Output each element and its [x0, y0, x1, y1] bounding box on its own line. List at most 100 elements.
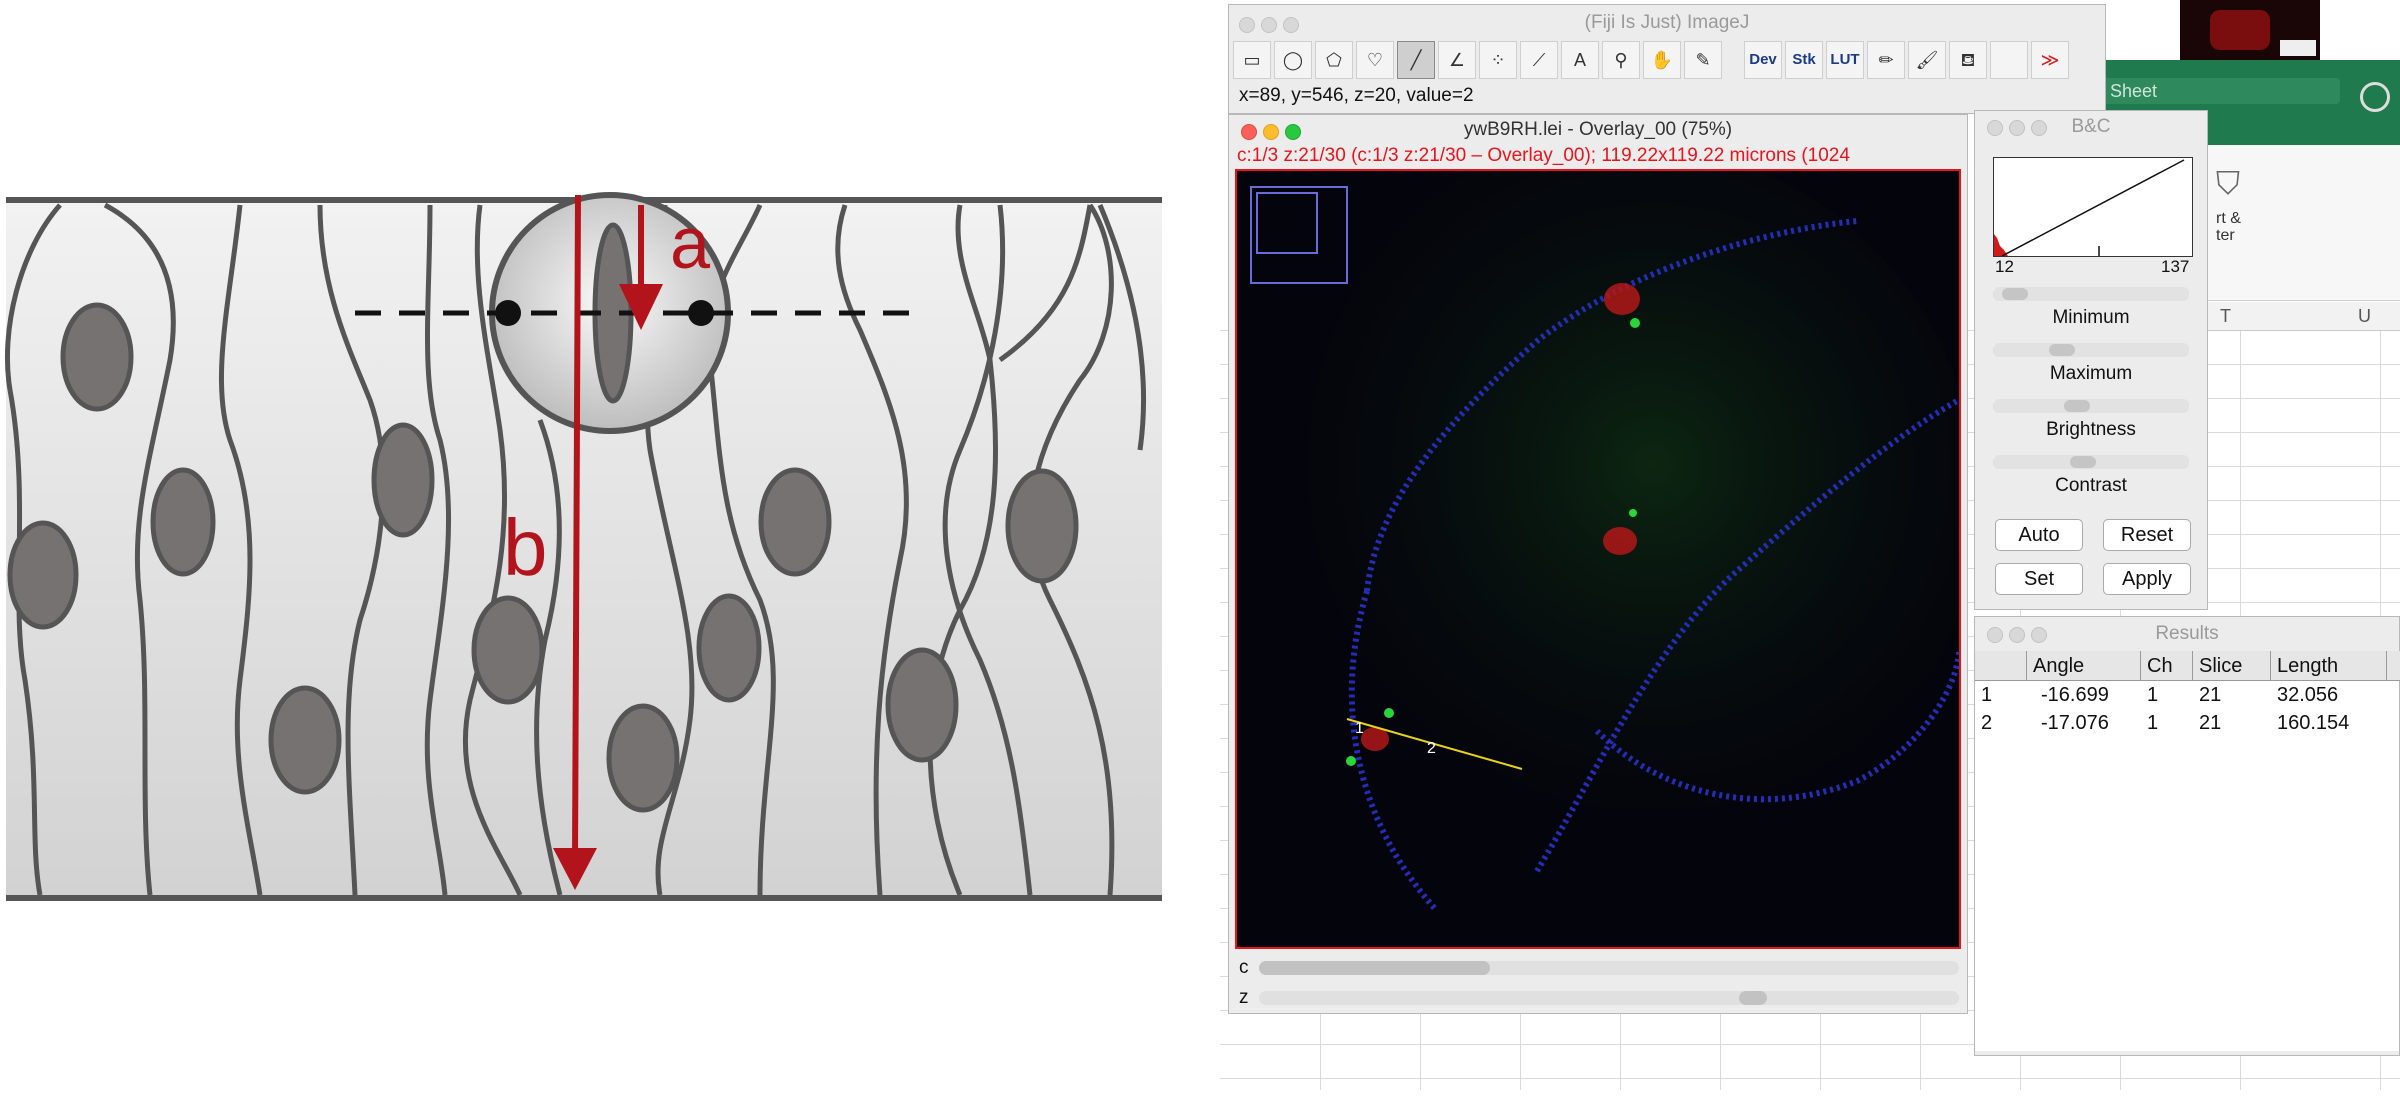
maximum-slider-knob[interactable] [2049, 344, 2075, 356]
excel-search-input[interactable]: rch Sheet [2070, 78, 2340, 104]
red-signal-2 [1603, 527, 1637, 555]
brush-icon[interactable]: 🖌 [1908, 41, 1946, 79]
green-spot-3 [1384, 708, 1394, 718]
color-picker-icon[interactable]: ✎ [1684, 41, 1722, 79]
measurement-point-1-label: 1 [1355, 720, 1364, 737]
apply-button[interactable]: Apply [2103, 563, 2191, 595]
cell-angle: -17.076 [2041, 712, 2109, 734]
pencil-icon[interactable]: ✏ [1867, 41, 1905, 79]
z-slider-thumb[interactable] [1739, 991, 1767, 1005]
cell-length: 160.154 [2277, 712, 2350, 734]
column-header-t[interactable]: T [2220, 306, 2231, 327]
column-header-u[interactable]: U [2358, 306, 2371, 327]
contrast-slider[interactable] [1993, 455, 2189, 469]
results-table: Angle Ch Slice Length 1 -16.699 1 21 32.… [1975, 651, 2400, 1051]
close-icon[interactable] [1239, 17, 1255, 33]
imagej-toolbar: ▭ ◯ ⬠ ♡ ╱ ∠ ⁘ ⟋ A ⚲ ✋ ✎ Dev Stk LUT ✏ 🖌 … [1233, 41, 2101, 81]
zoom-icon[interactable] [1283, 17, 1299, 33]
minimum-slider-knob[interactable] [2002, 288, 2028, 300]
brightness-slider[interactable] [1993, 399, 2189, 413]
auto-button[interactable]: Auto [1995, 519, 2083, 551]
sort-filter-label-line1: rt & [2216, 210, 2241, 227]
contrast-slider-knob[interactable] [2070, 456, 2096, 468]
minimize-icon[interactable] [2009, 627, 2025, 643]
label-a: a [670, 204, 711, 284]
close-icon[interactable] [1987, 120, 2003, 136]
column-header-slice[interactable]: Slice [2193, 651, 2271, 681]
imagej-main-window: (Fiji Is Just) ImageJ ▭ ◯ ⬠ ♡ ╱ ∠ ⁘ ⟋ A … [1228, 4, 2106, 114]
text-icon[interactable]: A [1561, 41, 1599, 79]
point-icon[interactable]: ⁘ [1479, 41, 1517, 79]
z-slider-track[interactable] [1259, 991, 1959, 1005]
column-header-length[interactable]: Length [2271, 651, 2387, 681]
smiley-icon[interactable] [2360, 82, 2390, 112]
tissue-diagram: a b [0, 0, 1200, 1092]
zoom-icon[interactable] [1285, 124, 1301, 140]
cell-ch: 1 [2147, 712, 2159, 734]
row-number-header [1975, 651, 2027, 681]
maximum-label: Maximum [2049, 363, 2133, 384]
column-header-extra [2387, 651, 2400, 681]
green-spot-2 [1629, 509, 1637, 517]
flood-fill-icon[interactable]: ⛾ [1949, 41, 1987, 79]
sort-filter-label[interactable]: rt & ter [2216, 210, 2241, 244]
set-button[interactable]: Set [1995, 563, 2083, 595]
results-window: Results Angle Ch Slice Length 1 -16.699 … [1974, 616, 2400, 1056]
wand-icon[interactable]: ⟋ [1520, 41, 1558, 79]
arrow-b-line [572, 194, 581, 861]
column-header-angle[interactable]: Angle [2027, 651, 2141, 681]
oval-icon[interactable]: ◯ [1274, 41, 1312, 79]
brightness-slider-knob[interactable] [2064, 400, 2090, 412]
imagej-title: (Fiji Is Just) ImageJ [1584, 12, 1750, 33]
rectangle-icon[interactable]: ▭ [1233, 41, 1271, 79]
contrast-label: Contrast [2055, 475, 2127, 496]
image-canvas[interactable]: 1 2 [1235, 169, 1961, 949]
image-window-title: ywB9RH.lei - Overlay_00 (75%) [1463, 119, 1733, 140]
imagej-status-bar: x=89, y=546, z=20, value=2 [1239, 85, 1474, 106]
minimize-icon[interactable] [1261, 17, 1277, 33]
green-spot-1 [1630, 318, 1640, 328]
lut-menu-button[interactable]: LUT [1826, 41, 1864, 79]
spindle-pole-right [688, 300, 714, 326]
minimum-slider[interactable] [1993, 287, 2189, 301]
label-b: b [503, 503, 548, 592]
channel-slider-label: c [1239, 957, 1249, 978]
close-icon[interactable] [1241, 124, 1257, 140]
zoom-icon[interactable] [2031, 627, 2047, 643]
freehand-icon[interactable]: ♡ [1356, 41, 1394, 79]
angle-icon[interactable]: ∠ [1438, 41, 1476, 79]
z-slider[interactable]: z [1229, 985, 1967, 1011]
red-signal-1 [1604, 283, 1640, 315]
z-slider-label: z [1239, 987, 1249, 1008]
stk-menu-button[interactable]: Stk [1785, 41, 1823, 79]
magnifier-icon[interactable]: ⚲ [1602, 41, 1640, 79]
dev-menu-button[interactable]: Dev [1744, 41, 1782, 79]
sort-filter-label-line2: ter [2216, 227, 2235, 244]
column-header-ch[interactable]: Ch [2141, 651, 2193, 681]
minimum-label: Minimum [2052, 307, 2130, 328]
row-index: 1 [1981, 684, 1993, 706]
line-icon[interactable]: ╱ [1397, 41, 1435, 79]
polygon-icon[interactable]: ⬠ [1315, 41, 1353, 79]
brightness-contrast-window: B&C 12 137 Minimum Maximum Brightness Co… [1974, 110, 2208, 610]
brightness-label: Brightness [2046, 419, 2136, 440]
close-icon[interactable] [1987, 627, 2003, 643]
channel-slider[interactable]: c [1229, 955, 1967, 981]
cell-ch: 1 [2147, 684, 2159, 706]
channel-slider-thumb[interactable] [1259, 961, 1490, 975]
tissue-diagram-svg: a b [5, 192, 1162, 901]
maximum-slider[interactable] [1993, 343, 2189, 357]
histogram-plot [1994, 159, 2185, 256]
zoom-icon[interactable] [2031, 120, 2047, 136]
histogram [1993, 157, 2193, 257]
reset-button[interactable]: Reset [2103, 519, 2191, 551]
cell-angle: -16.699 [2041, 684, 2109, 706]
minimize-icon[interactable] [1263, 124, 1279, 140]
minimize-icon[interactable] [2009, 120, 2025, 136]
more-tools-button[interactable]: ≫ [2031, 41, 2069, 79]
filter-icon[interactable]: ⛉ [2216, 165, 2240, 203]
hand-icon[interactable]: ✋ [1643, 41, 1681, 79]
microscopy-image: 1 2 [1237, 171, 1959, 947]
channel-slider-track[interactable] [1259, 961, 1959, 975]
histogram-min-value: 12 [1995, 257, 2014, 276]
